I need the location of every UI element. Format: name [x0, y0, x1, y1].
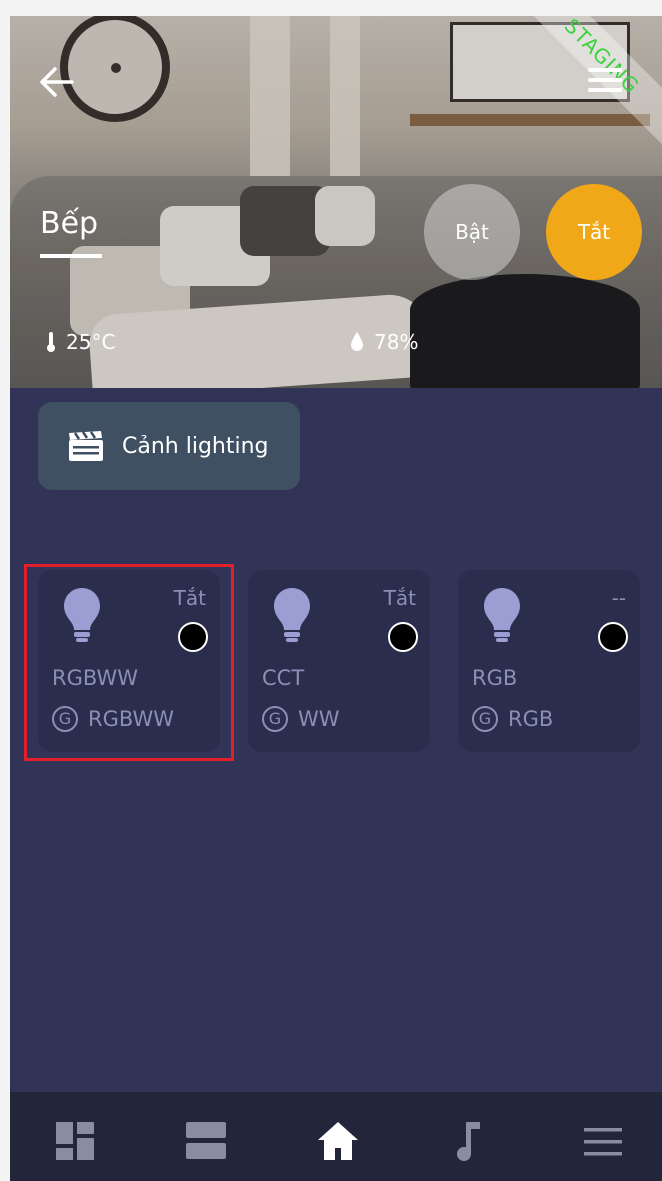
device-name: RGB	[472, 666, 518, 690]
device-type-row: G RGBWW	[52, 706, 174, 732]
humidity-value: 78%	[374, 330, 419, 354]
device-state: Tắt	[383, 586, 416, 610]
clapperboard-icon	[69, 431, 103, 461]
light-bulb-icon	[274, 588, 310, 642]
device-card-cct[interactable]: Tắt CCT G WW	[248, 570, 430, 752]
thermometer-icon	[47, 332, 55, 352]
scene-label: Cảnh lighting	[122, 433, 269, 459]
device-card-rgbww[interactable]: Tắt RGBWW G RGBWW	[38, 570, 220, 752]
light-bulb-icon	[484, 588, 520, 642]
device-type: WW	[298, 707, 340, 731]
group-icon: G	[262, 706, 288, 732]
group-icon: G	[52, 706, 78, 732]
scene-lighting-button[interactable]: Cảnh lighting	[38, 402, 300, 490]
device-type: RGB	[508, 707, 554, 731]
list-icon[interactable]	[186, 1122, 226, 1164]
room-banner: STAGING Bếp Bật Tắt 25°C 78%	[10, 16, 662, 388]
music-icon[interactable]	[456, 1122, 482, 1166]
device-state: Tắt	[173, 586, 206, 610]
home-icon[interactable]	[316, 1120, 360, 1166]
menu-icon[interactable]	[588, 68, 622, 96]
dashboard-icon[interactable]	[56, 1122, 94, 1164]
temperature-value: 25°C	[66, 330, 116, 354]
turn-off-button[interactable]: Tắt	[546, 184, 642, 280]
bottom-navigation	[10, 1092, 662, 1181]
device-type-row: G RGB	[472, 706, 553, 732]
device-state: --	[611, 586, 626, 610]
turn-on-button[interactable]: Bật	[424, 184, 520, 280]
device-name: CCT	[262, 666, 305, 690]
back-arrow-icon[interactable]	[38, 66, 74, 98]
menu-icon[interactable]	[584, 1128, 622, 1160]
device-type-row: G WW	[262, 706, 340, 732]
device-name: RGBWW	[52, 666, 139, 690]
device-card-rgb[interactable]: -- RGB G RGB	[458, 570, 640, 752]
room-title: Bếp	[40, 206, 99, 241]
power-toggle[interactable]	[388, 622, 418, 652]
humidity-readout: 78%	[350, 330, 418, 354]
room-title-underline	[40, 254, 102, 258]
water-drop-icon	[351, 332, 363, 351]
light-bulb-icon	[64, 588, 100, 642]
group-icon: G	[472, 706, 498, 732]
power-toggle[interactable]	[178, 622, 208, 652]
app-screen: STAGING Bếp Bật Tắt 25°C 78% Cảnh lighti…	[10, 16, 662, 1181]
temperature-readout: 25°C	[46, 330, 115, 354]
device-type: RGBWW	[88, 707, 175, 731]
power-toggle[interactable]	[598, 622, 628, 652]
